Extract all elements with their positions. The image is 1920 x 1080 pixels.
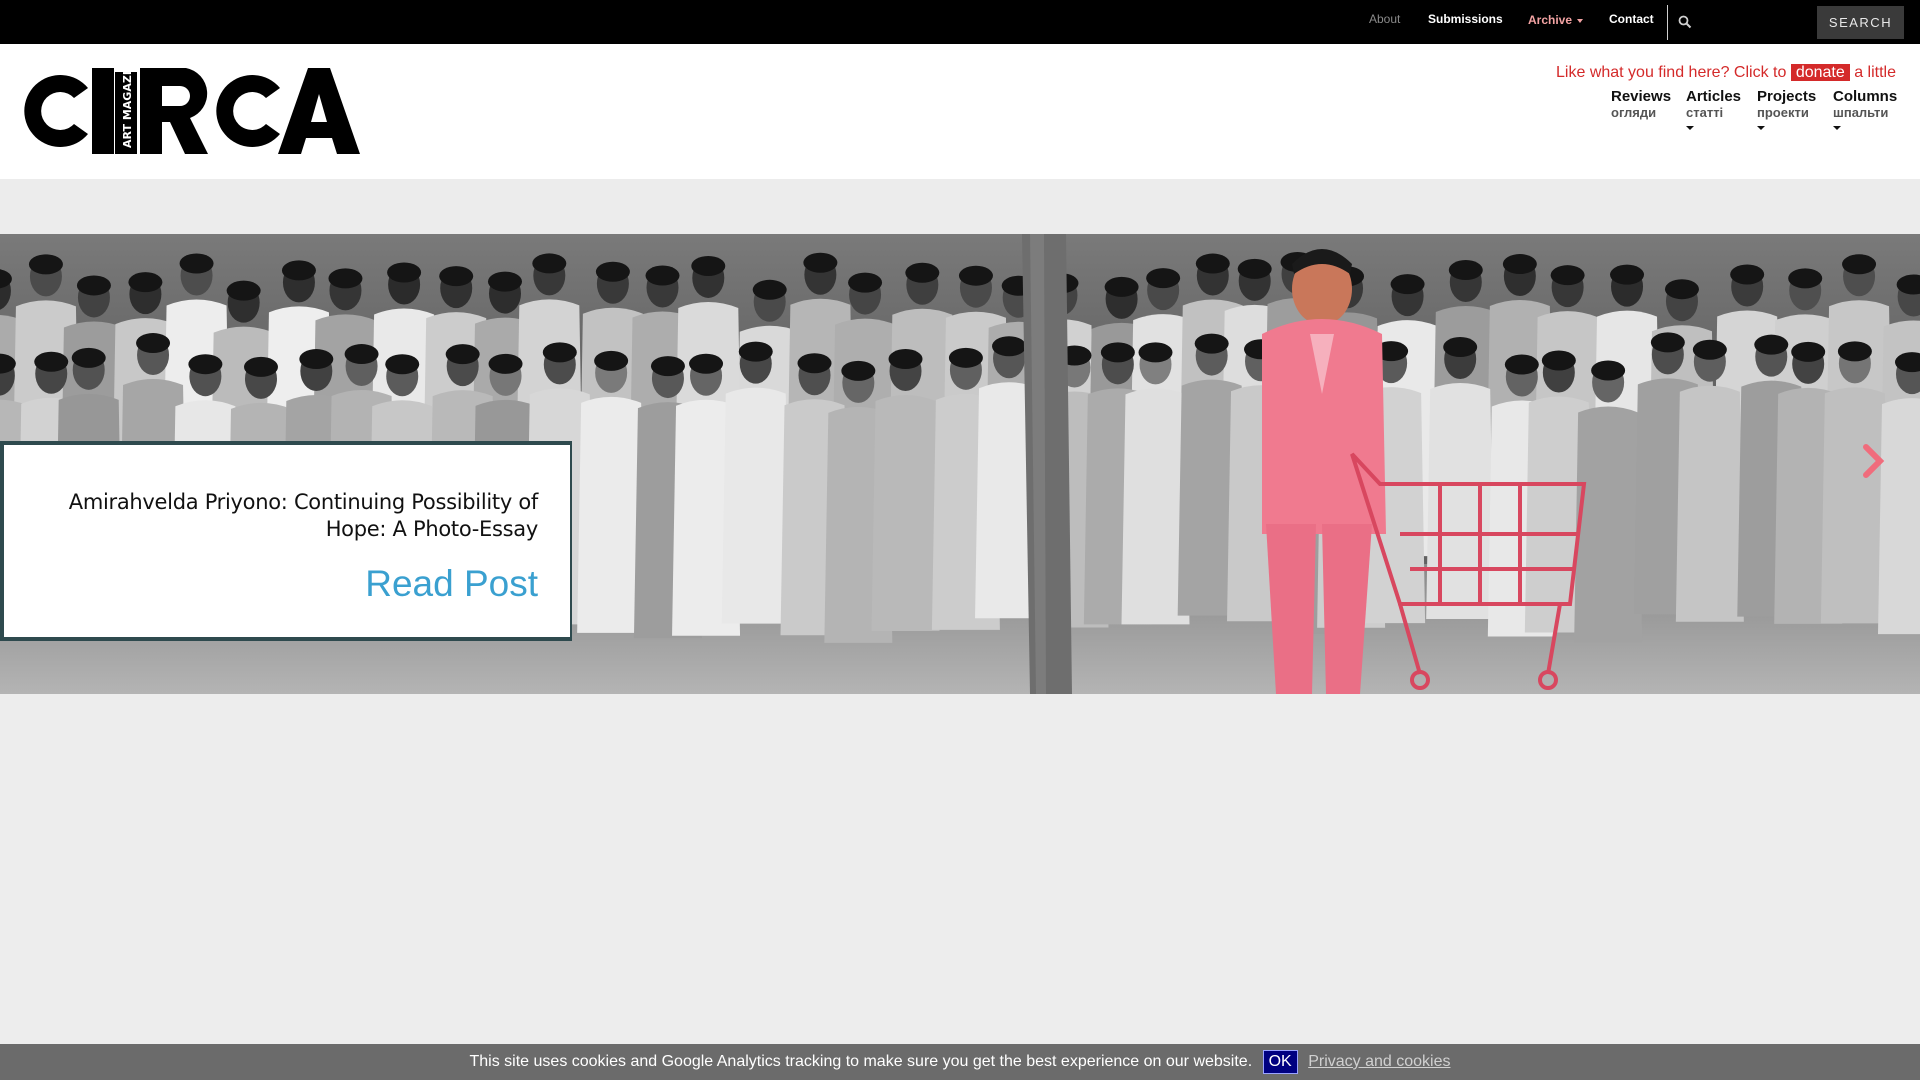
donate-button[interactable]: donate: [1790, 64, 1850, 81]
caret-down-icon: [1577, 18, 1584, 23]
cookie-message: This site uses cookies and Google Analyt…: [469, 1053, 1253, 1070]
post-title[interactable]: Amirahvelda Priyono: Continuing Possibil…: [18, 489, 539, 543]
logo-subtitle: ART MAGAZINE: [121, 66, 134, 148]
top-link-submissions[interactable]: Submissions: [1428, 12, 1503, 26]
nav-item-reviews[interactable]: Reviews огляди: [1611, 88, 1671, 120]
nav-label: Articles: [1686, 88, 1742, 105]
nav-label-ua: проекти: [1757, 105, 1809, 120]
nav-label-ua: статті: [1686, 105, 1724, 120]
top-divider: [1667, 5, 1668, 40]
caret-down-icon: [1757, 126, 1765, 130]
nav-label-ua: огляди: [1611, 105, 1657, 120]
search-icon[interactable]: [1678, 15, 1692, 29]
search-button[interactable]: SEARCH: [1817, 6, 1904, 39]
nav-item-articles[interactable]: Articles статті: [1686, 88, 1741, 130]
read-post-link[interactable]: Read Post: [365, 563, 538, 605]
nav-label-ua: шпальти: [1833, 105, 1889, 120]
caret-down-icon: [1686, 126, 1694, 130]
hero-slider: Amirahvelda Priyono: Continuing Possibil…: [0, 234, 1920, 694]
nav-label: Columns: [1833, 88, 1898, 105]
logo-letter-c2: [216, 75, 280, 147]
logo-letter-a: [278, 68, 360, 154]
top-bar: About Submissions Archive Contact SEARCH: [0, 0, 1920, 44]
cookie-ok-button[interactable]: OK: [1262, 1049, 1298, 1074]
cookie-bar: This site uses cookies and Google Analyt…: [0, 1044, 1920, 1080]
nav-item-projects[interactable]: Projects проекти: [1757, 88, 1816, 130]
donate-text-before: Like what you find here? Click to: [1556, 64, 1791, 81]
circa-logo[interactable]: ART MAGAZINE: [18, 66, 360, 156]
nav-label: Reviews: [1611, 88, 1672, 105]
header-strip: [0, 179, 1920, 234]
archive-label: Archive: [1528, 13, 1573, 27]
donate-prompt: Like what you find here? Click to donate…: [1556, 64, 1896, 82]
caret-down-icon: [1833, 126, 1841, 130]
site-header: ART MAGAZINE Like what you find here? Cl…: [0, 44, 1920, 179]
post-card-body: Amirahvelda Priyono: Continuing Possibil…: [4, 445, 570, 637]
donate-text-after: a little: [1849, 64, 1896, 81]
chevron-right-icon[interactable]: [1862, 441, 1886, 481]
nav-item-columns[interactable]: Columns шпальти: [1833, 88, 1897, 130]
nav-label: Projects: [1757, 88, 1817, 105]
top-link-about[interactable]: About: [1369, 12, 1400, 26]
logo-letter-i: [92, 68, 114, 154]
privacy-link[interactable]: Privacy and cookies: [1308, 1053, 1450, 1070]
top-link-archive[interactable]: Archive: [1528, 13, 1584, 27]
logo-letter-r: [140, 68, 208, 154]
logo-letter-c: [24, 75, 88, 147]
featured-post-card: Amirahvelda Priyono: Continuing Possibil…: [0, 441, 572, 641]
top-link-contact[interactable]: Contact: [1609, 12, 1654, 26]
